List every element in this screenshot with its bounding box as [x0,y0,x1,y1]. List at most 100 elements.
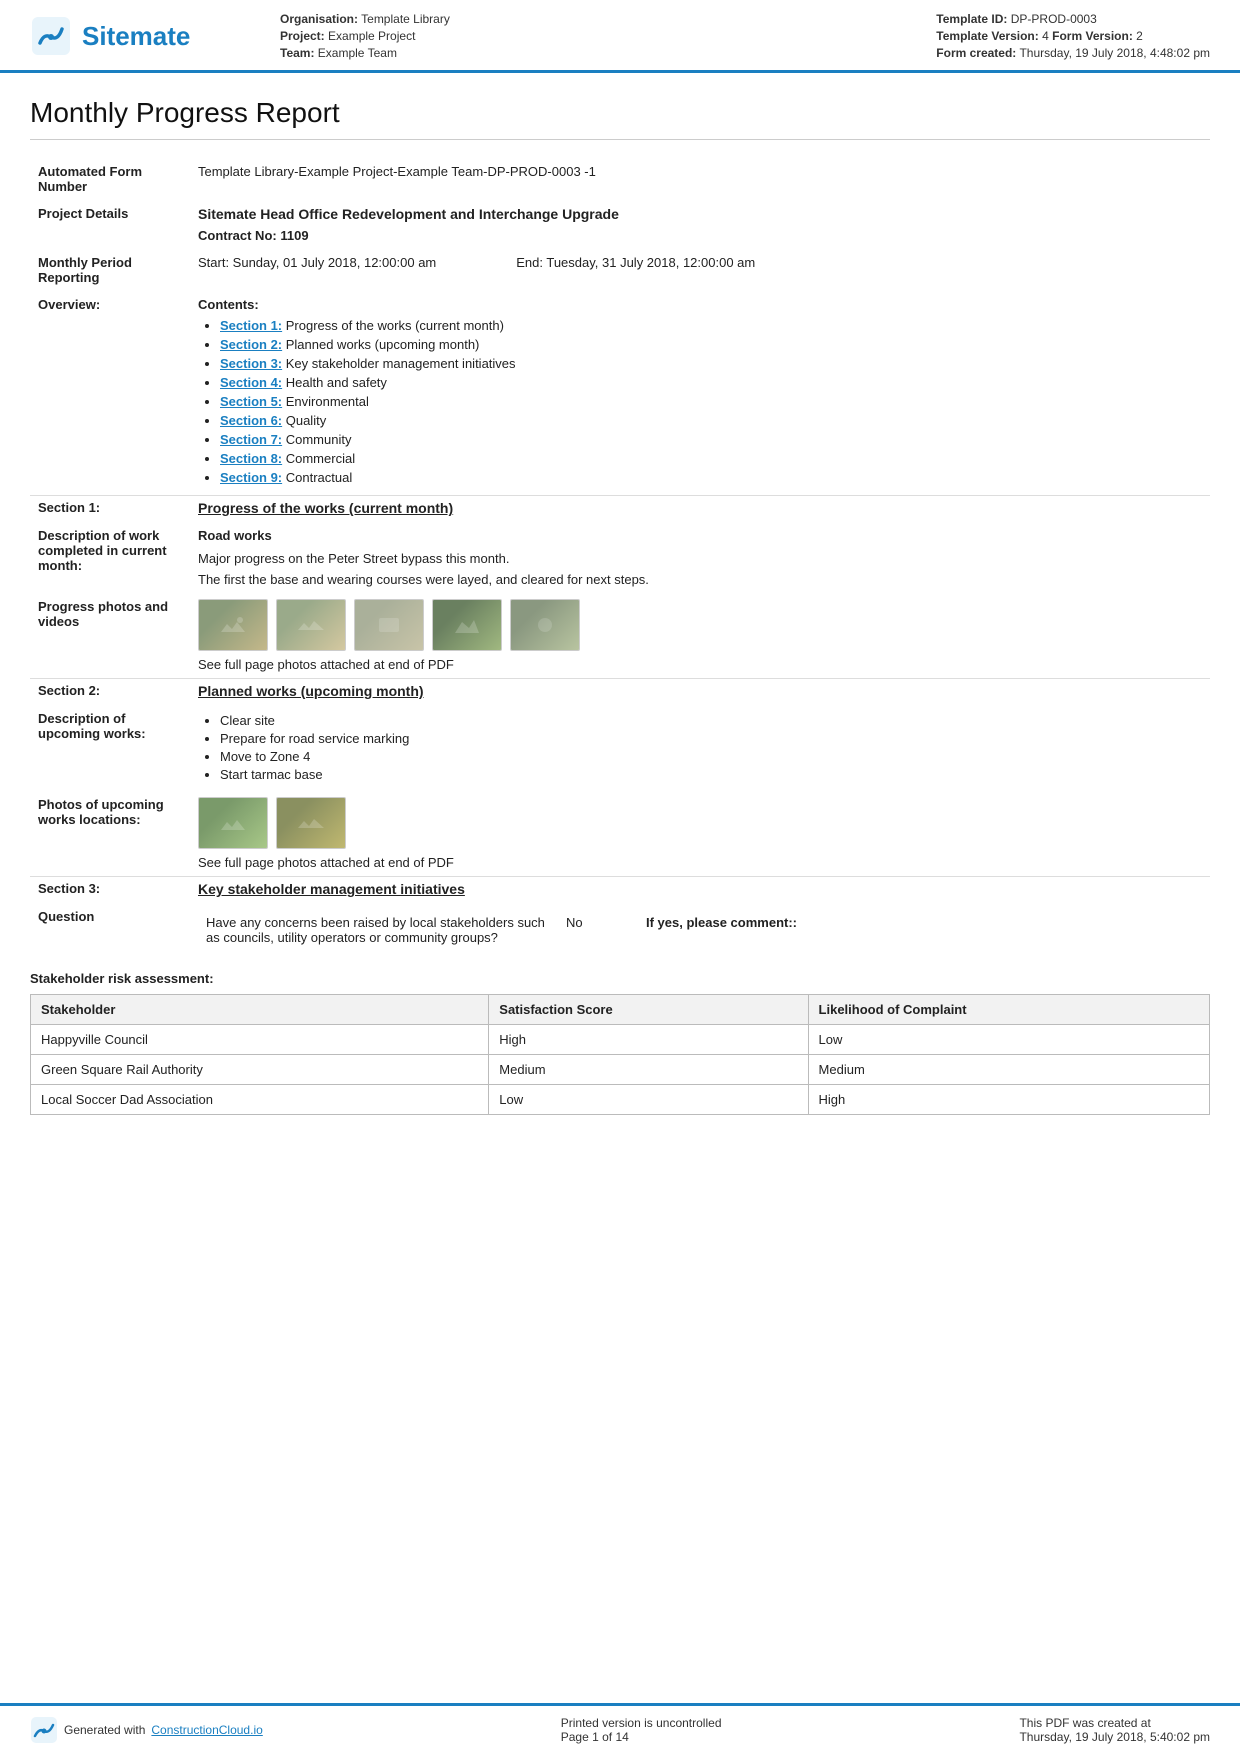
section1-title: Progress of the works (current month) [190,496,1210,523]
section1-header-row: Section 1: Progress of the works (curren… [30,496,1210,523]
col-likelihood: Likelihood of Complaint [808,995,1209,1025]
stakeholder-name-1: Happyville Council [31,1025,489,1055]
footer-pdf-date: Thursday, 19 July 2018, 5:40:02 pm [1019,1730,1210,1744]
organisation-line: Organisation: Template Library [280,12,450,26]
col-satisfaction: Satisfaction Score [489,995,808,1025]
automated-form-label: Automated Form Number [30,158,190,200]
upcoming-works-row: Description of upcoming works: Clear sit… [30,705,1210,791]
section6-link[interactable]: Section 6: [220,413,282,428]
overview-row: Overview: Contents: Section 1: Progress … [30,291,1210,496]
section2-label: Section 2: [30,679,190,706]
report-info-table: Automated Form Number Template Library-E… [30,158,1210,957]
section2-title: Planned works (upcoming month) [190,679,1210,706]
upcoming-value: Clear site Prepare for road service mark… [190,705,1210,791]
question-row: Question Have any concerns been raised b… [30,903,1210,957]
upcoming-photos-value: See full page photos attached at end of … [190,791,1210,877]
page: Sitemate Organisation: Template Library … [0,0,1240,1754]
footer-page-text: Page 1 of 14 [561,1730,722,1744]
section2-link[interactable]: Section 2: [220,337,282,352]
likelihood-2: Medium [808,1055,1209,1085]
footer-printed-text: Printed version is uncontrolled [561,1716,722,1730]
logo-area: Sitemate [30,12,250,60]
upcoming-photos-row: Photos of upcoming works locations: See … [30,791,1210,877]
photo-thumb-3 [354,599,424,651]
footer: Generated with ConstructionCloud.io Prin… [0,1703,1240,1754]
footer-link[interactable]: ConstructionCloud.io [151,1723,262,1737]
section2-header-row: Section 2: Planned works (upcoming month… [30,679,1210,706]
header-meta-left: Organisation: Template Library Project: … [280,12,450,60]
upcoming-photos-label: Photos of upcoming works locations: [30,791,190,877]
logo-text: Sitemate [82,21,190,52]
stakeholder-header-row: Stakeholder Satisfaction Score Likelihoo… [31,995,1210,1025]
progress-photos-row: Progress photos and videos [30,593,1210,679]
photo-thumb-2 [276,599,346,651]
photo-thumb-4 [432,599,502,651]
progress-photos-value: See full page photos attached at end of … [190,593,1210,679]
contents-item-9: Section 9: Contractual [220,470,1202,485]
automated-form-value: Template Library-Example Project-Example… [190,158,1210,200]
satisfaction-2: Medium [489,1055,808,1085]
section1-link[interactable]: Section 1: [220,318,282,333]
automated-form-row: Automated Form Number Template Library-E… [30,158,1210,200]
team-line: Team: Example Team [280,46,450,60]
project-details-label: Project Details [30,200,190,249]
footer-logo-icon [30,1716,58,1744]
contents-list: Section 1: Progress of the works (curren… [198,318,1202,485]
period-end: End: Tuesday, 31 July 2018, 12:00:00 am [516,255,755,270]
form-created-line: Form created: Thursday, 19 July 2018, 4:… [936,46,1210,60]
contents-item-1: Section 1: Progress of the works (curren… [220,318,1202,333]
upcoming-item-4: Start tarmac base [220,767,1202,782]
template-version-line: Template Version: 4 Form Version: 2 [936,29,1210,43]
table-row: Green Square Rail Authority Medium Mediu… [31,1055,1210,1085]
question-inner-table: Have any concerns been raised by local s… [198,909,1202,951]
photos-container [198,599,1202,651]
section9-link[interactable]: Section 9: [220,470,282,485]
work-text2: The first the base and wearing courses w… [198,572,1202,587]
stakeholder-section: Stakeholder risk assessment: Stakeholder… [30,971,1210,1115]
footer-logo-area: Generated with ConstructionCloud.io [30,1716,263,1744]
contents-item-6: Section 6: Quality [220,413,1202,428]
project-details-value: Sitemate Head Office Redevelopment and I… [190,200,1210,249]
period-start: Start: Sunday, 01 July 2018, 12:00:00 am [198,255,436,270]
stakeholder-section-label: Stakeholder risk assessment: [30,971,214,986]
section7-link[interactable]: Section 7: [220,432,282,447]
likelihood-3: High [808,1085,1209,1115]
template-id-line: Template ID: DP-PROD-0003 [936,12,1210,26]
overview-value: Contents: Section 1: Progress of the wor… [190,291,1210,496]
contents-item-8: Section 8: Commercial [220,451,1202,466]
footer-generated-text: Generated with [64,1723,145,1737]
overview-label: Overview: [30,291,190,496]
section5-link[interactable]: Section 5: [220,394,282,409]
upcoming-item-1: Clear site [220,713,1202,728]
upcoming-photos-container [198,797,1202,849]
stakeholder-name-3: Local Soccer Dad Association [31,1085,489,1115]
section8-link[interactable]: Section 8: [220,451,282,466]
satisfaction-3: Low [489,1085,808,1115]
contents-item-5: Section 5: Environmental [220,394,1202,409]
section4-link[interactable]: Section 4: [220,375,282,390]
header-meta: Organisation: Template Library Project: … [250,12,1210,60]
main-content: Monthly Progress Report Automated Form N… [0,73,1240,1703]
upcoming-item-2: Prepare for road service marking [220,731,1202,746]
work-row: Description of work completed in current… [30,522,1210,593]
header: Sitemate Organisation: Template Library … [0,0,1240,73]
table-row: Local Soccer Dad Association Low High [31,1085,1210,1115]
footer-right: This PDF was created at Thursday, 19 Jul… [1019,1716,1210,1744]
period-row: Monthly Period Reporting Start: Sunday, … [30,249,1210,291]
period-value: Start: Sunday, 01 July 2018, 12:00:00 am… [190,249,1210,291]
stakeholder-table-head: Stakeholder Satisfaction Score Likelihoo… [31,995,1210,1025]
question-value: Have any concerns been raised by local s… [190,903,1210,957]
table-row: Happyville Council High Low [31,1025,1210,1055]
section3-link[interactable]: Section 3: [220,356,282,371]
work-text1: Major progress on the Peter Street bypas… [198,551,1202,566]
likelihood-1: Low [808,1025,1209,1055]
contents-item-4: Section 4: Health and safety [220,375,1202,390]
contents-item-2: Section 2: Planned works (upcoming month… [220,337,1202,352]
contents-item-7: Section 7: Community [220,432,1202,447]
satisfaction-1: High [489,1025,808,1055]
section1-label: Section 1: [30,496,190,523]
question-inner-row: Have any concerns been raised by local s… [198,909,1202,951]
upcoming-label: Description of upcoming works: [30,705,190,791]
work-label: Description of work completed in current… [30,522,190,593]
upcoming-item-3: Move to Zone 4 [220,749,1202,764]
